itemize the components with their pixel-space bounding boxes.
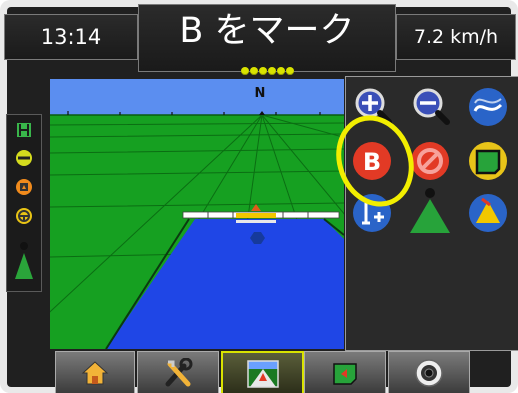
guidance-icon xyxy=(17,123,31,137)
steering-icon xyxy=(16,208,32,224)
sky xyxy=(50,79,344,115)
guidance-view-icon xyxy=(246,360,279,388)
boundary-icon xyxy=(469,142,507,180)
speed-display: 7.2 km/h xyxy=(396,14,516,60)
screen-title: B をマーク xyxy=(179,11,355,51)
clock-text: 13:14 xyxy=(40,25,102,49)
camera-icon xyxy=(415,359,443,387)
gps-dot xyxy=(276,67,285,75)
speed-text: 7.2 km/h xyxy=(413,26,499,48)
map-icon xyxy=(333,363,357,385)
tools-button[interactable] xyxy=(137,351,219,393)
guidance-mode-button[interactable] xyxy=(466,85,510,129)
vehicle-direction-icon xyxy=(15,242,33,279)
gps-dot xyxy=(240,67,249,75)
console-screen: 13:14 B をマーク 7.2 km/h N B xyxy=(0,0,518,393)
highlight-ring xyxy=(336,115,414,207)
perspective-view-button[interactable] xyxy=(466,191,510,235)
guidance-3d-view[interactable]: N xyxy=(50,79,344,349)
home-icon xyxy=(81,361,109,385)
rear-view-button[interactable] xyxy=(388,351,470,393)
left-status-bar[interactable] xyxy=(6,114,42,292)
gps-dot xyxy=(258,67,267,75)
boundary-button[interactable] xyxy=(466,139,510,183)
home-button[interactable] xyxy=(55,351,135,393)
gps-dot xyxy=(249,67,258,75)
clock-display: 13:14 xyxy=(4,14,138,60)
field-map-button[interactable] xyxy=(304,351,386,393)
guidance-view-button[interactable] xyxy=(221,351,304,393)
screen-title-box: B をマーク xyxy=(138,4,396,75)
heading-label: N xyxy=(255,86,266,101)
curved-guidance-icon xyxy=(469,88,507,126)
perspective-view-icon xyxy=(469,194,507,232)
gps-dot xyxy=(267,67,276,75)
boom-status-icon xyxy=(16,179,32,195)
tools-icon xyxy=(165,358,193,387)
lightbar-icon xyxy=(16,150,32,166)
gps-dot xyxy=(285,67,294,75)
